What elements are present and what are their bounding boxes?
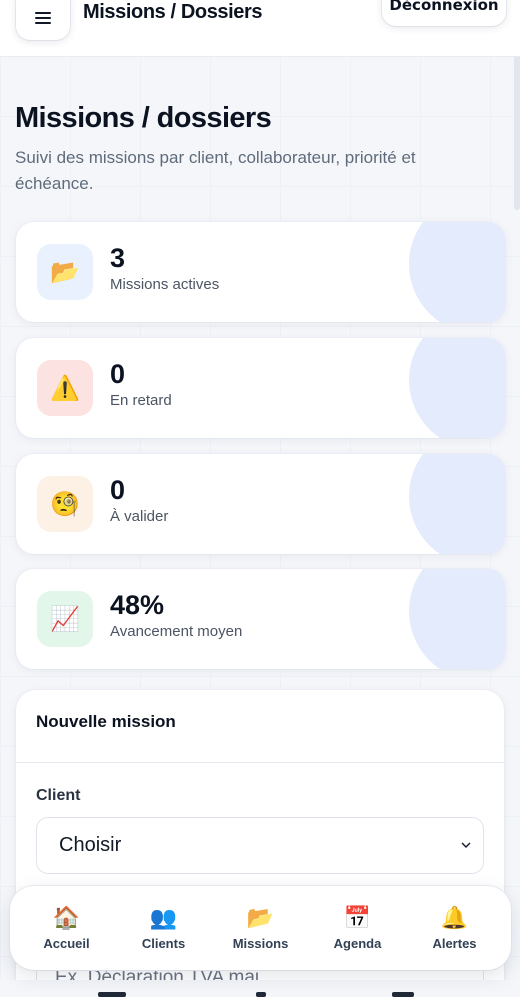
page-subtitle: Suivi des missions par client, collabora… — [15, 148, 416, 193]
nav-item-agenda[interactable]: 📅 Agenda — [310, 893, 406, 963]
nav-item-accueil[interactable]: 🏠 Accueil — [19, 893, 115, 963]
client-select[interactable]: Choisir — [36, 817, 484, 874]
partial-text-fragment — [256, 992, 266, 997]
top-bar: Missions / Dossiers Déconnexion — [0, 0, 520, 56]
bell-icon: 🔔 — [440, 905, 469, 930]
stat-card-average-progress: 📈 48% Avancement moyen — [16, 569, 505, 669]
folder-icon: 📂 — [246, 905, 275, 930]
logout-button[interactable]: Déconnexion — [382, 0, 506, 26]
stat-label: À valider — [110, 508, 169, 525]
nav-label: Missions — [232, 936, 289, 951]
partial-text-fragment — [98, 992, 126, 997]
stat-value: 0 — [110, 475, 126, 505]
house-icon: 🏠 — [52, 905, 81, 930]
divider — [16, 762, 504, 763]
client-select-value: Choisir — [59, 834, 122, 856]
partial-text-fragment — [392, 992, 414, 997]
decorative-circle — [409, 569, 505, 669]
nav-item-missions[interactable]: 📂 Missions — [213, 893, 309, 963]
hamburger-icon — [35, 11, 51, 25]
stat-card-to-validate: 🧐 0 À valider — [16, 454, 505, 554]
app-title: Missions / Dossiers — [83, 1, 263, 23]
stat-card-late: ⚠️ 0 En retard — [16, 338, 505, 438]
nav-label: Agenda — [333, 936, 382, 951]
nav-label: Accueil — [43, 936, 90, 951]
decorative-circle — [409, 338, 505, 438]
stat-label: En retard — [110, 392, 172, 409]
stat-label: Missions actives — [110, 276, 220, 293]
form-title: Nouvelle mission — [36, 712, 176, 731]
decorative-circle — [409, 222, 505, 322]
stat-value: 48% — [110, 590, 165, 620]
nav-item-clients[interactable]: 👥 Clients — [116, 893, 212, 963]
nav-label: Alertes — [432, 936, 477, 951]
folder-icon: 📂 — [37, 244, 93, 300]
chart-increasing-icon: 📈 — [37, 591, 93, 647]
warning-icon: ⚠️ — [37, 360, 93, 416]
stat-card-active-missions: 📂 3 Missions actives — [16, 222, 505, 322]
nav-item-alertes[interactable]: 🔔 Alertes — [407, 893, 503, 963]
stat-value: 3 — [110, 243, 126, 273]
bottom-nav: 🏠 Accueil 👥 Clients 📂 Missions 📅 Agenda … — [10, 886, 511, 970]
people-icon: 👥 — [149, 905, 178, 930]
stat-value: 0 — [110, 359, 126, 389]
menu-button[interactable] — [16, 0, 70, 40]
client-field-label: Client — [36, 787, 81, 804]
monocle-face-icon: 🧐 — [37, 476, 93, 532]
stat-label: Avancement moyen — [110, 623, 243, 640]
chevron-down-icon — [461, 842, 471, 848]
calendar-icon: 📅 — [343, 905, 372, 930]
nav-label: Clients — [141, 936, 186, 951]
page-title: Missions / dossiers — [15, 102, 272, 134]
decorative-circle — [409, 454, 505, 554]
